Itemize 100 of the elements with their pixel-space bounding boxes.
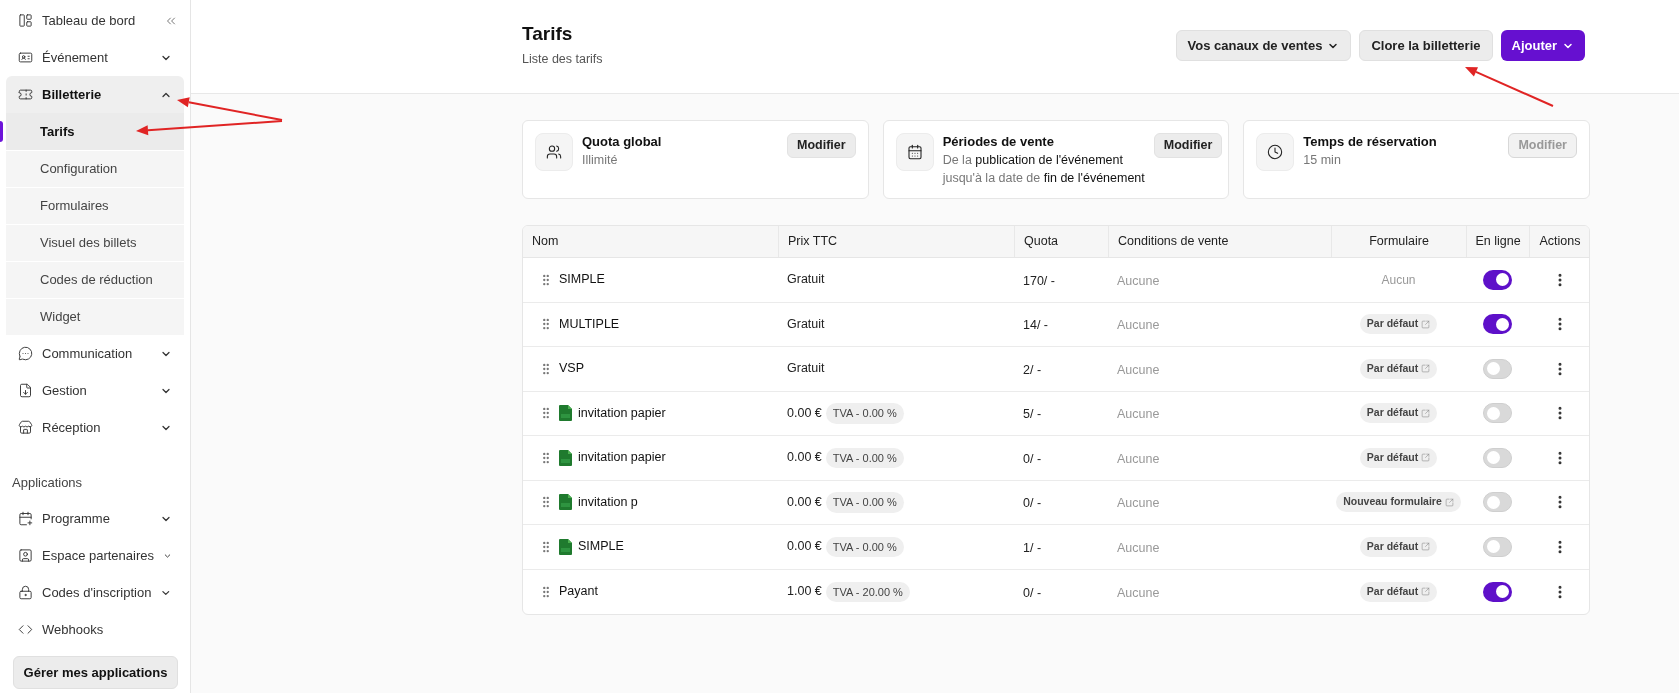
online-toggle[interactable] [1483,492,1512,513]
header-button[interactable]: Vos canaux de ventes [1175,30,1352,61]
card-title: Temps de réservation [1303,133,1438,151]
nav-item[interactable]: Billetterie [6,76,184,113]
online-toggle[interactable] [1483,269,1512,290]
rate-name: SIMPLE [559,271,605,289]
card-text: Illimité [582,152,619,169]
vat-tag: TVA - 0.00 % [825,447,904,468]
submenu-item[interactable]: Formulaires [6,187,184,224]
nav-item[interactable]: Programme [6,500,184,537]
rate-name: SIMPLE [578,538,624,556]
external-link-icon [1421,364,1431,374]
conditions-text: Aucune [1117,318,1160,333]
online-toggle[interactable] [1483,536,1512,557]
external-link-icon [1444,497,1454,507]
external-link-icon [1421,542,1431,552]
submenu-item[interactable]: Codes de réduction [6,261,184,298]
price-text: 0.00 € [787,493,822,511]
column-header: Quota [1024,233,1059,251]
section-title: Applications [12,475,83,490]
page-title: Tarifs [522,22,574,46]
nav-item[interactable]: Webhooks [6,611,184,648]
nav-item[interactable]: Codes d'inscription [6,574,184,611]
conditions-text: Aucune [1117,496,1160,511]
column-header: En ligne [1475,233,1521,251]
quota-text: 5/ - [1023,407,1042,422]
card-text: De la publication de l'événement [942,152,1124,169]
conditions-text: Aucune [1117,362,1160,377]
rate-name: invitation papier [578,404,666,422]
id-card-icon [18,50,33,65]
code-icon [18,622,33,637]
nav-item[interactable]: Réception [6,409,184,446]
rate-name: VSP [559,360,584,378]
rate-name: invitation p [578,493,638,511]
form-link[interactable]: Par défaut [1359,447,1438,468]
external-link-icon [1421,453,1431,463]
column-header: Actions [1539,233,1581,251]
form-link[interactable]: Par défaut [1359,536,1438,557]
chat-bubble-icon [18,346,33,361]
users-icon [546,144,562,160]
conditions-text: Aucune [1117,273,1160,288]
quota-text: 0/ - [1023,585,1042,600]
rate-name: invitation papier [578,449,666,467]
calendar-icon [906,144,923,160]
price-text: 0.00 € [787,404,822,422]
online-toggle[interactable] [1483,314,1512,335]
quota-text: 0/ - [1023,496,1042,511]
modify-button[interactable]: Modifier [1153,133,1223,158]
conditions-text: Aucune [1117,585,1160,600]
form-link[interactable]: Par défaut [1359,581,1438,602]
manage-apps-button[interactable]: Gérer mes applications [13,656,178,689]
submenu-item[interactable]: Configuration [6,150,184,187]
online-toggle[interactable] [1483,403,1512,424]
external-link-icon [1421,587,1431,597]
download-icon [18,383,33,398]
form-link[interactable]: Par défaut [1359,358,1438,379]
nav-item[interactable]: Gestion [6,372,184,409]
online-toggle[interactable] [1483,581,1512,602]
header-button[interactable]: Ajouter [1500,30,1585,61]
active-indicator [0,121,3,142]
vat-tag: TVA - 20.00 % [825,581,910,602]
column-header: Prix TTC [788,233,838,251]
price-text: Gratuit [787,315,825,333]
card-text: 15 min [1303,152,1342,169]
column-header: Formulaire [1369,233,1429,251]
vat-tag: TVA - 0.00 % [825,492,904,513]
storefront-icon [18,420,33,435]
vat-tag: TVA - 0.00 % [825,536,904,557]
online-toggle[interactable] [1483,447,1512,468]
calendar-icon [18,511,33,526]
form-text: Aucun [1381,271,1416,289]
clock-icon [1267,144,1284,160]
user-badge-icon [18,548,33,563]
submenu-item[interactable]: Visuel des billets [6,224,184,261]
vat-tag: TVA - 0.00 % [825,403,904,424]
nav-item[interactable]: Communication [6,335,184,372]
form-link[interactable]: Par défaut [1359,314,1438,335]
form-link[interactable]: Nouveau formulaire [1336,492,1461,513]
page-subtitle: Liste des tarifs [522,51,603,68]
nav-item[interactable]: Espace partenaires [6,537,184,574]
conditions-text: Aucune [1117,407,1160,422]
price-text: 1.00 € [787,583,822,601]
modify-button[interactable]: Modifier [787,133,856,158]
rate-name: Payant [559,583,598,601]
card-text: jusqu'à la date de fin de l'événement [942,170,1145,187]
card-title: Quota global [582,133,663,151]
nav-item[interactable]: Événement [6,39,184,76]
lock-icon [18,585,33,600]
price-text: 0.00 € [787,538,822,556]
column-header: Nom [532,233,559,251]
nav-item[interactable]: Tableau de bord [6,2,184,39]
header-button[interactable]: Clore la billetterie [1359,30,1493,61]
column-header: Conditions de vente [1118,233,1229,251]
ticket-icon [18,87,33,102]
submenu-item[interactable]: Widget [6,298,184,335]
dashboard-icon [18,13,33,28]
form-link[interactable]: Par défaut [1359,403,1438,424]
conditions-text: Aucune [1117,451,1160,466]
quota-text: 2/ - [1023,362,1042,377]
online-toggle[interactable] [1483,358,1512,379]
